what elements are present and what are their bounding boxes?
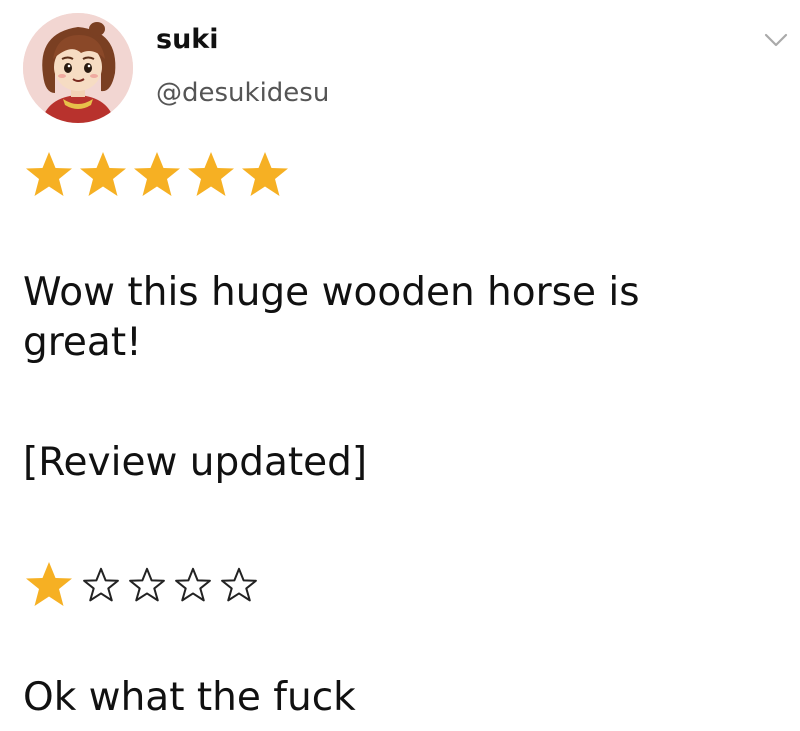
original-star-rating <box>23 150 291 200</box>
display-name[interactable]: suki <box>156 22 219 58</box>
avatar[interactable] <box>23 13 133 123</box>
review-update-note: [Review updated] <box>23 440 368 485</box>
star-outline-icon <box>219 565 259 605</box>
star-filled-icon <box>23 150 75 200</box>
chevron-down-icon[interactable] <box>762 30 790 50</box>
review-text: Wow this huge wooden horse is great! <box>23 270 640 365</box>
star-filled-icon <box>131 150 183 200</box>
user-handle[interactable]: @desukidesu <box>156 76 329 110</box>
updated-star-rating <box>23 560 259 610</box>
star-outline-icon <box>127 565 167 605</box>
star-filled-icon <box>77 150 129 200</box>
star-filled-icon <box>185 150 237 200</box>
star-filled-icon <box>23 560 75 610</box>
cartoon-girl-avatar-icon <box>23 13 133 123</box>
star-outline-icon <box>81 565 121 605</box>
review-final-text: Ok what the fuck <box>23 675 356 720</box>
star-filled-icon <box>239 150 291 200</box>
star-outline-icon <box>173 565 213 605</box>
